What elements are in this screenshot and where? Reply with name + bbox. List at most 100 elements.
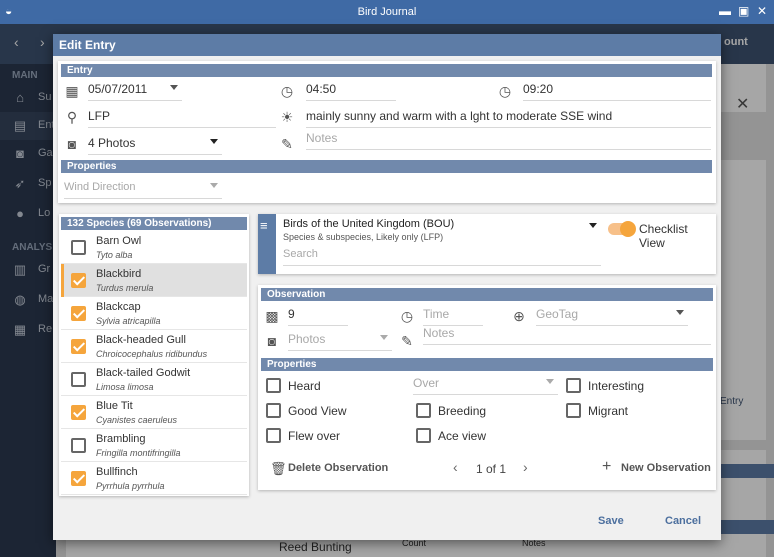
good-view-checkbox[interactable] <box>266 403 281 418</box>
ace-view-checkbox[interactable] <box>416 428 431 443</box>
species-search-input[interactable]: Search <box>283 246 601 266</box>
species-latin-name: Fringilla montifringilla <box>96 448 181 458</box>
photos-dropdown[interactable]: 4 Photos <box>88 135 222 155</box>
species-latin-name: Turdus merula <box>96 283 154 293</box>
species-common-name: Bullfinch <box>96 466 138 478</box>
checklist-view-toggle[interactable] <box>608 221 636 237</box>
heard-checkbox[interactable] <box>266 378 281 393</box>
species-checkbox[interactable] <box>71 240 86 255</box>
species-list-dropdown[interactable]: Birds of the United Kingdom (BOU) Specie… <box>283 218 601 242</box>
interesting-checkbox[interactable] <box>566 378 581 393</box>
migrant-label: Migrant <box>588 404 629 418</box>
observation-photos-dropdown[interactable]: Photos <box>288 331 392 351</box>
species-common-name: Black-headed Gull <box>96 334 186 346</box>
entry-section-heading: Entry <box>61 64 712 77</box>
species-common-name: Blue Tit <box>96 400 133 412</box>
prev-page-icon[interactable]: ‹ <box>453 459 458 475</box>
end-time-field[interactable]: 09:20 <box>523 81 711 101</box>
start-time-field[interactable]: 04:50 <box>306 81 396 101</box>
species-checkbox[interactable] <box>71 339 86 354</box>
species-latin-name: Cyanistes caeruleus <box>96 415 178 425</box>
species-list-name: Birds of the United Kingdom (BOU) <box>283 218 455 230</box>
date-field[interactable]: 05/07/2011 <box>88 81 182 101</box>
flew-over-label: Flew over <box>288 429 341 443</box>
species-list-item[interactable]: Brambling Fringilla montifringilla <box>61 429 247 462</box>
species-list-item[interactable]: Blackbird Turdus merula <box>61 264 247 297</box>
count-edit-icon: ▩ <box>265 308 279 324</box>
geotag-dropdown[interactable]: GeoTag <box>536 306 688 326</box>
camera-icon: ◙ <box>67 136 77 152</box>
species-list-item[interactable]: Blackcap Sylvia atricapilla <box>61 297 247 330</box>
plus-icon: + <box>602 458 612 475</box>
species-checkbox[interactable] <box>71 405 86 420</box>
window-title-bar: ◒ Bird Journal ▬ ▣ ✕ <box>0 0 774 24</box>
geotag-icon: ⊕ <box>513 308 525 324</box>
heard-label: Heard <box>288 379 321 393</box>
species-latin-name: Limosa limosa <box>96 382 154 392</box>
flew-over-checkbox[interactable] <box>266 428 281 443</box>
weather-field[interactable]: mainly sunny and warm with a lght to mod… <box>306 108 711 128</box>
pencil-icon: ✎ <box>401 333 413 349</box>
time-field[interactable]: Time <box>423 306 483 326</box>
cancel-button[interactable]: Cancel <box>665 515 701 527</box>
wind-direction-dropdown[interactable]: Wind Direction <box>64 179 222 199</box>
pencil-icon: ✎ <box>281 136 293 152</box>
breeding-checkbox[interactable] <box>416 403 431 418</box>
entry-card: Entry ▦ 05/07/2011 ◷ 04:50 ◷ 09:20 ⚲ LFP… <box>58 61 716 203</box>
species-common-name: Brambling <box>96 433 146 445</box>
species-common-name: Blackbird <box>96 268 142 280</box>
species-list-subtitle: Species & subspecies, Likely only (LFP) <box>283 232 444 242</box>
species-count-heading: 132 Species (69 Observations) <box>61 217 247 230</box>
weather-sun-icon: ☀ <box>280 109 294 125</box>
species-common-name: Barn Owl <box>96 235 142 247</box>
maximize-icon[interactable]: ▣ <box>738 4 749 18</box>
minimize-icon[interactable]: ▬ <box>719 4 731 18</box>
close-window-icon[interactable]: ✕ <box>757 4 767 18</box>
observation-notes-field[interactable]: Notes <box>423 325 711 345</box>
entry-properties-heading: Properties <box>61 160 712 173</box>
species-latin-name: Chroicocephalus ridibundus <box>96 349 208 359</box>
ace-view-label: Ace view <box>438 429 487 443</box>
species-filter-card: ≡ Birds of the United Kingdom (BOU) Spec… <box>258 214 716 274</box>
breeding-label: Breeding <box>438 404 487 418</box>
species-common-name: Blackcap <box>96 301 141 313</box>
clock-icon: ◷ <box>280 83 294 99</box>
interesting-label: Interesting <box>588 379 645 393</box>
species-list-item[interactable]: Black-tailed Godwit Limosa limosa <box>61 363 247 396</box>
species-common-name: Black-tailed Godwit <box>96 367 191 379</box>
good-view-label: Good View <box>288 404 347 418</box>
clock-icon: ◷ <box>498 83 512 99</box>
observation-card: Observation ▩ 9 ◷ Time ⊕ GeoTag ◙ Photos… <box>258 285 716 490</box>
species-checkbox[interactable] <box>71 438 86 453</box>
next-page-icon[interactable]: › <box>523 459 528 475</box>
filter-strip: ≡ <box>258 214 276 274</box>
species-list: Barn Owl Tyto alba Blackbird Turdus merula B… <box>61 231 247 496</box>
observation-properties-heading: Properties <box>261 358 713 371</box>
trash-icon: 🗑 <box>270 461 287 476</box>
species-list-item[interactable]: Black-headed Gull Chroicocephalus ridibun… <box>61 330 247 363</box>
dialog-title: Edit Entry <box>59 38 116 52</box>
species-checkbox[interactable] <box>71 471 86 486</box>
observation-heading: Observation <box>261 288 713 301</box>
dialog-header: Edit Entry <box>53 34 721 56</box>
filter-icon[interactable]: ≡ <box>260 218 268 233</box>
species-checkbox[interactable] <box>71 306 86 321</box>
migrant-checkbox[interactable] <box>566 403 581 418</box>
checklist-view-label: Checklist View <box>639 222 688 250</box>
species-list-item[interactable]: Bullfinch Pyrrhula pyrrhula <box>61 462 247 495</box>
species-latin-name: Pyrrhula pyrrhula <box>96 481 165 491</box>
species-checkbox[interactable] <box>71 273 86 288</box>
species-checkbox[interactable] <box>71 372 86 387</box>
species-latin-name: Sylvia atricapilla <box>96 316 161 326</box>
location-field[interactable]: LFP <box>88 108 276 128</box>
save-button[interactable]: Save <box>598 515 624 527</box>
window-title: Bird Journal <box>357 6 417 18</box>
entry-notes-field[interactable]: Notes <box>306 130 711 150</box>
location-pin-icon: ⚲ <box>66 109 78 125</box>
species-list-item[interactable]: Blue Tit Cyanistes caeruleus <box>61 396 247 429</box>
species-list-item[interactable]: Barn Owl Tyto alba <box>61 231 247 264</box>
count-field[interactable]: 9 <box>288 306 348 326</box>
edit-entry-dialog: Edit Entry Entry ▦ 05/07/2011 ◷ 04:50 ◷ … <box>53 34 721 540</box>
over-dropdown[interactable]: Over <box>413 375 558 395</box>
calendar-icon: ▦ <box>65 83 79 99</box>
